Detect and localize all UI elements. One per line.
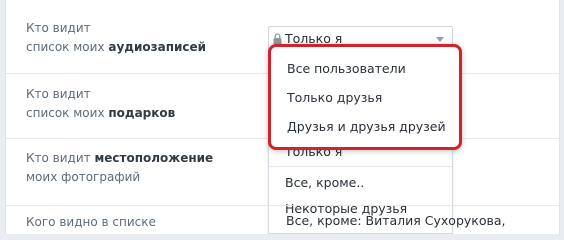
dropdown-option-friends-of-friends[interactable]: Друзья и друзья друзей [287, 119, 446, 134]
visible-in-list-value[interactable]: Все, кроме: Виталия Сухорукова, [286, 213, 505, 228]
audio-privacy-label: Кто видит список моих аудиозаписей [26, 19, 256, 57]
label-line: Кто видит [26, 21, 91, 35]
privacy-settings-panel: Кто видит список моих аудиозаписей Тольк… [5, 0, 560, 234]
label-line: Кто видит [26, 151, 95, 165]
visible-in-list-label: Кого видно в списке [26, 213, 256, 232]
chevron-down-icon[interactable] [436, 37, 444, 42]
dropdown-divider [269, 166, 452, 167]
gifts-privacy-label: Кто видит список моих подарков [26, 85, 256, 123]
label-line: Кто видит [26, 87, 91, 101]
row-divider [6, 205, 559, 206]
dropdown-option-all-except[interactable]: Все, кроме.. [285, 175, 364, 190]
label-line: Кого видно в списке [26, 215, 156, 229]
dropdown-option-only-friends[interactable]: Только друзья [287, 90, 382, 105]
location-privacy-label: Кто видит местоположение моих фотографий [26, 149, 256, 187]
label-line: список моих [26, 40, 109, 54]
label-bold: аудиозаписей [108, 40, 207, 54]
label-line: список моих [26, 106, 109, 120]
label-bold: местоположение [94, 151, 214, 165]
highlighted-options-callout: Все пользователи Только друзья Друзья и … [268, 44, 462, 150]
dropdown-option-all-users[interactable]: Все пользователи [287, 61, 406, 76]
label-line: моих фотографий [26, 170, 141, 184]
label-bold: подарков [108, 106, 176, 120]
